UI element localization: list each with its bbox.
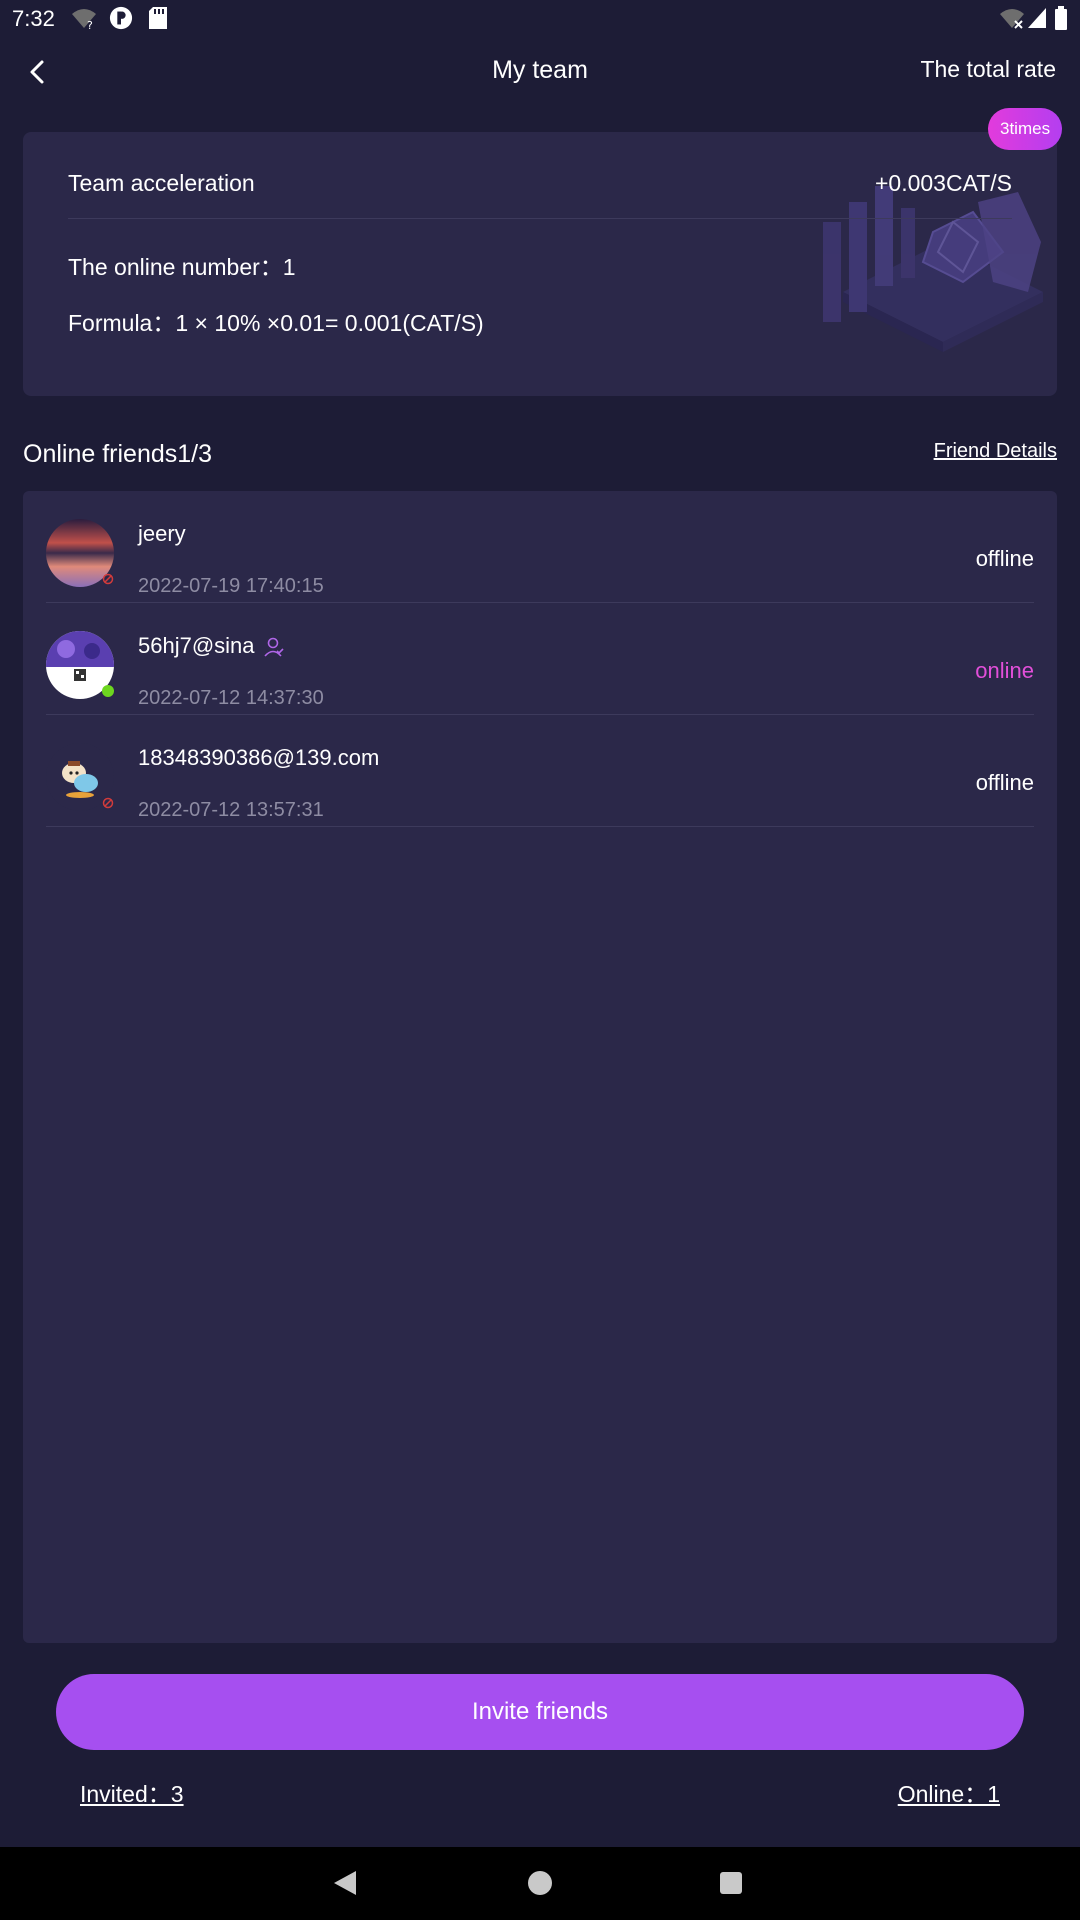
friend-status: offline (975, 770, 1034, 795)
online-status-dot (102, 685, 114, 697)
multiplier-badge: 3times (988, 108, 1063, 150)
friend-name: 18348390386@139.com (138, 745, 380, 770)
app-header: My team The total rate (0, 38, 1080, 104)
team-acceleration-label: Team acceleration (68, 170, 255, 196)
friend-last-seen: 2022-07-19 17:40:15 (138, 575, 324, 597)
friend-last-seen: 2022-07-12 14:37:30 (138, 687, 324, 709)
crystal-illustration-icon (823, 186, 1043, 352)
list-item[interactable]: 56hj7@sina 2022-07-12 14:37:30 online (46, 603, 1034, 715)
status-time: 7:32 (12, 6, 55, 31)
online-number-text: The online number：1 (68, 254, 296, 280)
team-acceleration-value: +0.003CAT/S (874, 170, 1012, 196)
online-count-link[interactable]: Online：1 (898, 1775, 1000, 1809)
page-title: My team (492, 56, 588, 84)
friend-name-row: 56hj7@sina (138, 633, 285, 659)
offline-status-icon (102, 797, 114, 809)
wifi-question-icon: ? (72, 9, 96, 30)
status-bar: 7:32 ? (0, 0, 1080, 38)
invite-friends-button[interactable]: Invite friends (56, 1674, 1024, 1750)
card-divider (68, 218, 1012, 219)
friend-name: jeery (138, 521, 186, 546)
invited-count-link[interactable]: Invited：3 (80, 1775, 184, 1809)
online-friends-title: Online friends1/3 (23, 440, 213, 468)
offline-status-icon (102, 573, 114, 585)
friend-status: online (975, 658, 1034, 683)
user-icon (263, 637, 284, 657)
list-item[interactable]: jeery 2022-07-19 17:40:15 offline (46, 491, 1034, 603)
system-nav-bar (0, 1847, 1080, 1920)
my-team-screen: 7:32 ? My team The total rate 3times Tea… (0, 0, 1080, 1920)
friend-last-seen: 2022-07-12 13:57:31 (138, 799, 324, 821)
battery-icon (1055, 6, 1067, 30)
p-circle-icon (109, 6, 133, 30)
svg-text:?: ? (87, 19, 93, 30)
friends-list: jeery 2022-07-19 17:40:15 offline 56hj7@… (23, 491, 1057, 1643)
friend-status: offline (975, 546, 1034, 571)
team-acceleration-card: Team acceleration +0.003CAT/S The online… (23, 132, 1057, 396)
nav-home-icon[interactable] (528, 1871, 552, 1895)
nav-back-icon[interactable] (332, 1869, 358, 1897)
list-item[interactable]: 18348390386@139.com 2022-07-12 13:57:31 … (46, 715, 1034, 827)
signal-icon (1028, 8, 1046, 28)
friend-name: 56hj7@sina (138, 633, 255, 658)
sd-card-icon (149, 7, 167, 29)
friend-details-link[interactable]: Friend Details (934, 440, 1057, 463)
wifi-x-icon (1000, 9, 1024, 29)
formula-text: Formula：1 × 10% ×0.01= 0.001(CAT/S) (68, 310, 484, 336)
total-rate-link[interactable]: The total rate (920, 56, 1056, 83)
nav-recents-icon[interactable] (720, 1872, 742, 1894)
